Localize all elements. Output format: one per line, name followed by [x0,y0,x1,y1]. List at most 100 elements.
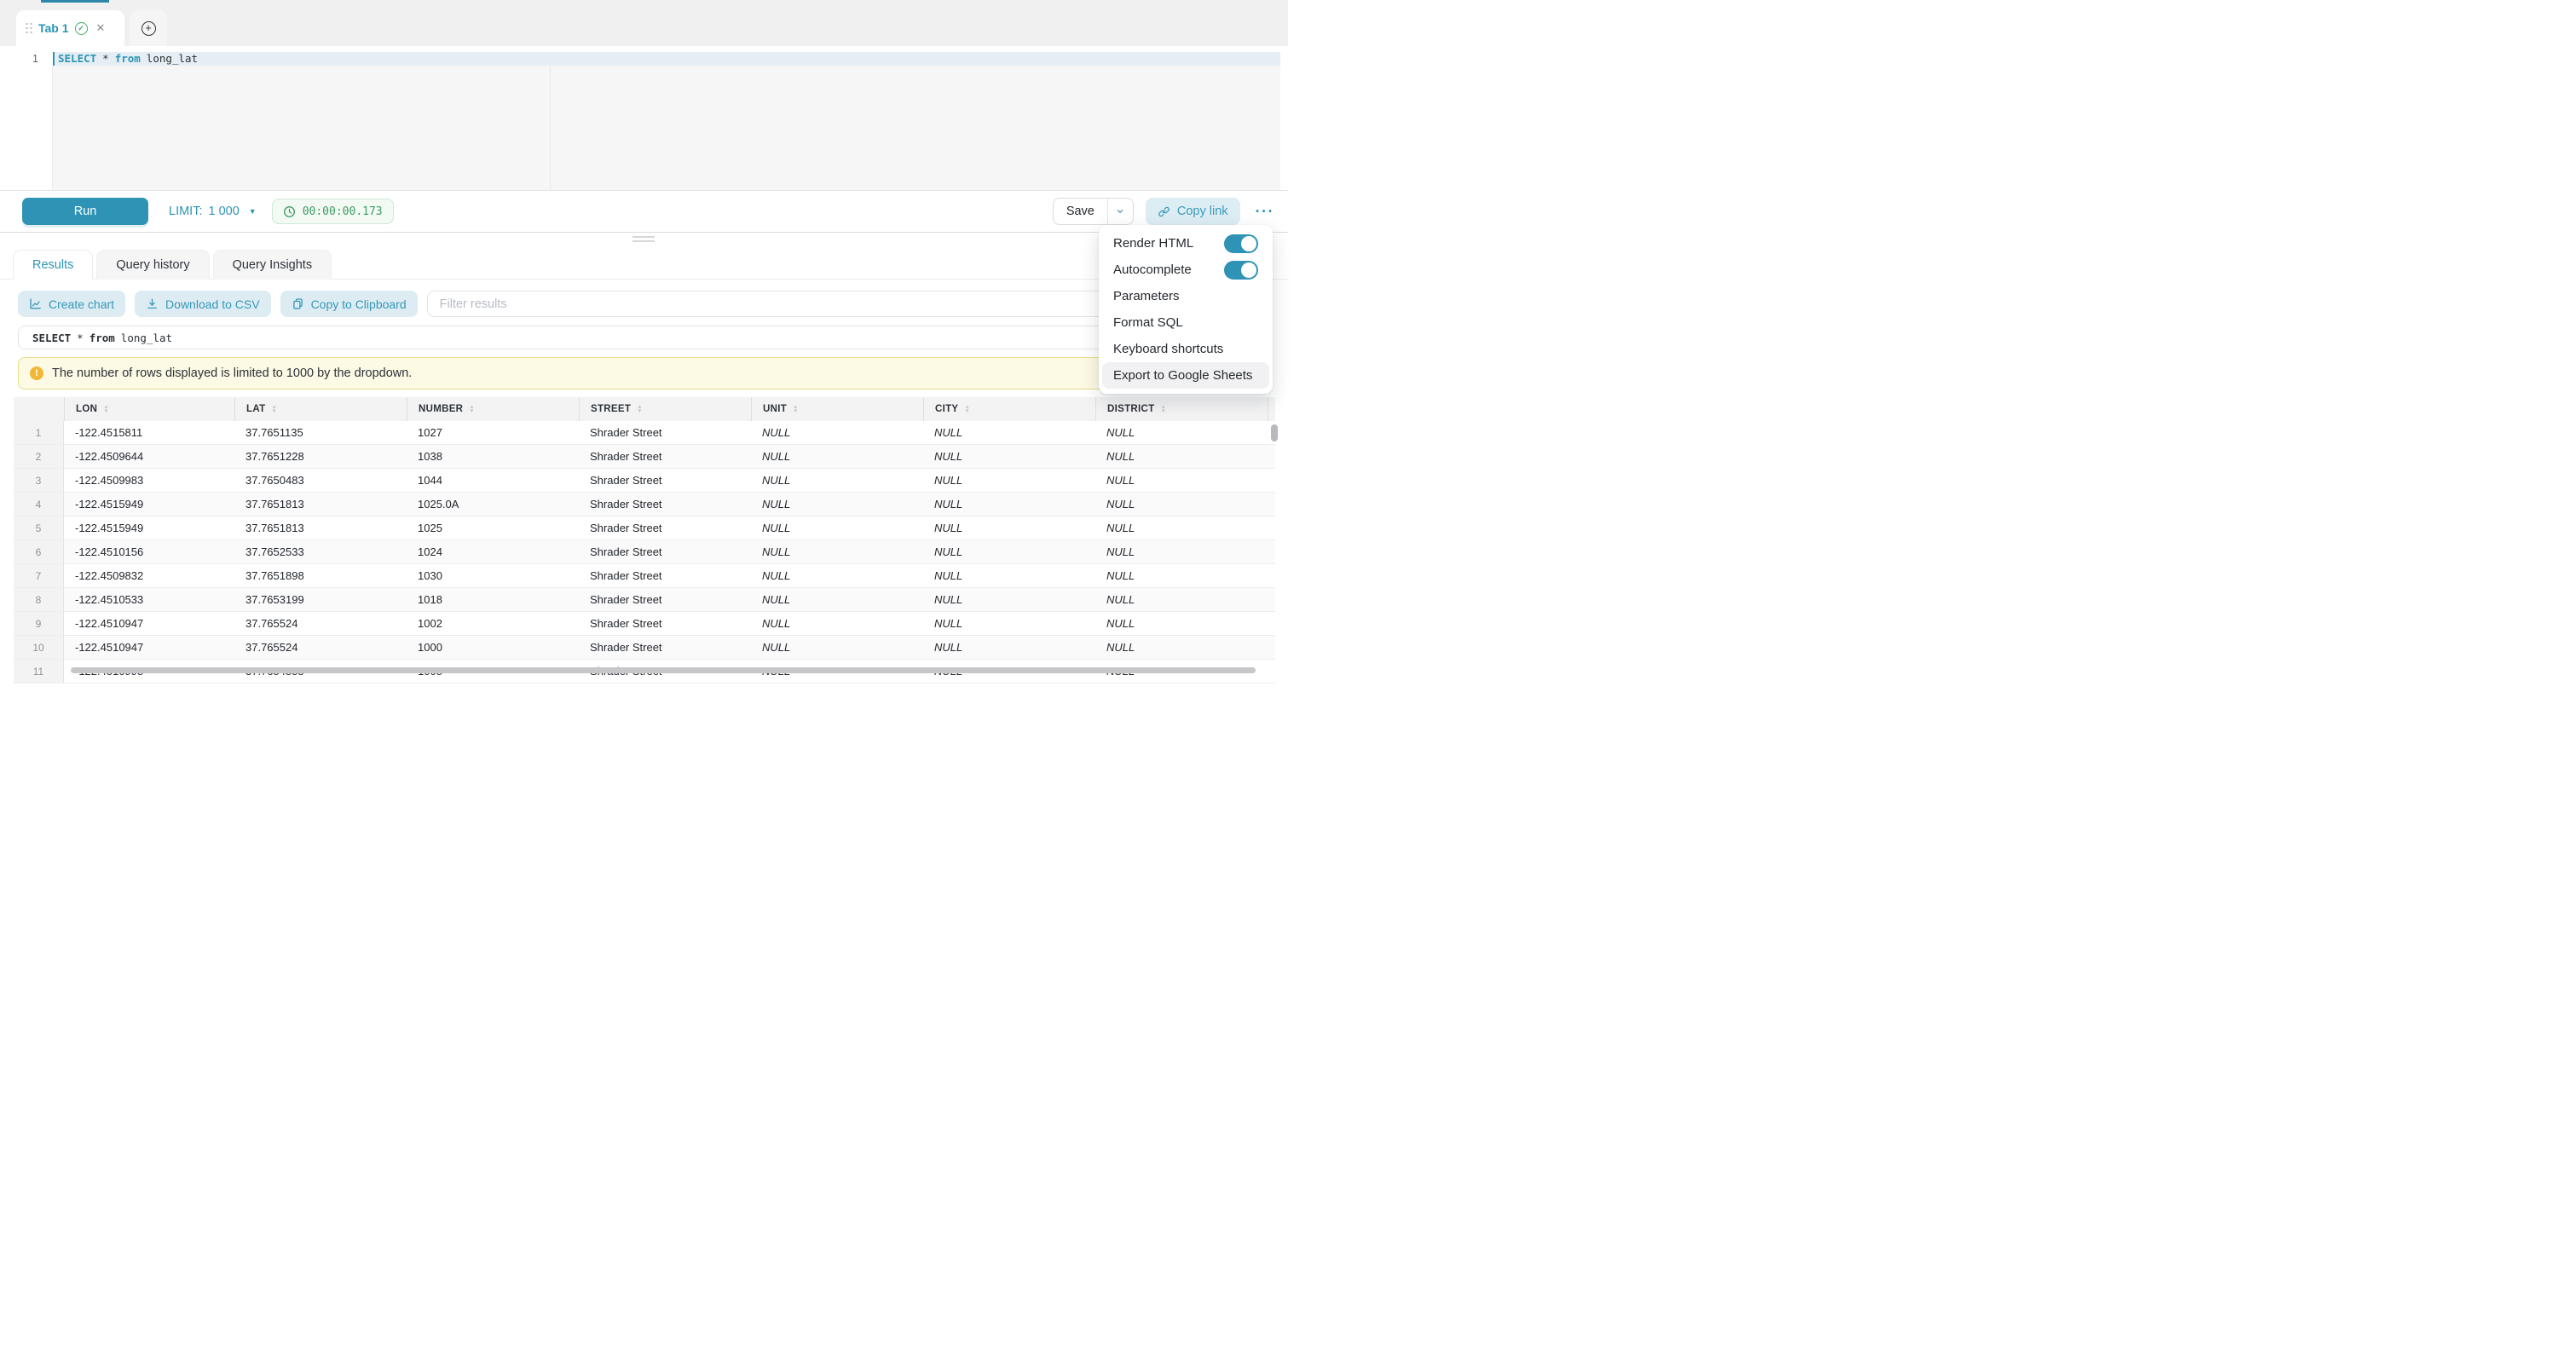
table-header-cell-re[interactable]: RE [1268,397,1275,421]
table-cell: Shrader Street [579,516,751,539]
table-row: 9-122.451094737.7655241002Shrader Street… [14,612,1275,636]
table-header-cell-street[interactable]: STREET▲▼ [579,397,751,421]
close-tab-icon[interactable]: ✕ [96,21,106,35]
table-cell: NULL [1095,516,1268,539]
table-cell: NULL [751,540,923,563]
table-row: 4-122.451594937.76518131025.0AShrader St… [14,493,1275,516]
vertical-scrollbar[interactable] [1271,424,1278,441]
save-options-button[interactable] [1107,199,1133,224]
toggle-autocomplete[interactable] [1224,261,1258,280]
warning-icon: ! [30,366,43,380]
toggle-render-html[interactable] [1224,234,1258,253]
row-number: 5 [14,516,64,539]
table-row: 7-122.450983237.76518981030Shrader Stree… [14,564,1275,588]
column-label: UNIT [763,404,787,414]
table-header-cell-lat[interactable]: LAT▲▼ [234,397,407,421]
table-cell: 37.7651898 [234,564,407,587]
sort-icon[interactable]: ▲▼ [469,405,475,413]
table-cell: 37.7651228 [234,445,407,468]
more-options-button[interactable]: ··· [1256,203,1274,221]
row-number: 8 [14,588,64,611]
table-header-cell-number[interactable]: NUMBER▲▼ [407,397,579,421]
table-header: LON▲▼LAT▲▼NUMBER▲▼STREET▲▼UNIT▲▼CITY▲▼DI… [14,397,1275,421]
sort-icon[interactable]: ▲▼ [964,405,970,413]
horizontal-scrollbar[interactable] [71,667,1256,673]
options-menu: Render HTMLAutocompleteParameters Format … [1099,225,1273,394]
table-cell: 37.7650483 [234,469,407,492]
row-number: 9 [14,612,64,635]
sql-keyword-select: SELECT [58,52,96,65]
menu-item-label: Format SQL [1113,315,1183,330]
limit-value: 1 000 [208,205,239,218]
create-chart-button[interactable]: Create chart [18,291,125,317]
menu-item-parameters[interactable]: Parameters [1102,283,1269,309]
table-header-cell-city[interactable]: CITY ▲▼ [923,397,1095,421]
download-csv-button[interactable]: Download to CSV [135,291,271,317]
sort-icon[interactable]: ▲▼ [271,405,277,413]
tab-label: Tab 1 [38,21,69,35]
result-tabs: ResultsQuery historyQuery Insights [0,250,1288,280]
copy-link-label: Copy link [1177,205,1228,218]
sort-icon[interactable]: ▲▼ [637,405,643,413]
download-csv-label: Download to CSV [165,297,260,311]
tab-query-insights[interactable]: Query Insights [213,250,332,280]
table-cell: 1025 [407,516,579,539]
column-label: CITY [935,404,958,414]
sort-icon[interactable]: ▲▼ [103,405,109,413]
table-cell: Shrader Street [579,588,751,611]
new-tab-button[interactable]: + [130,10,167,46]
table-cell [1268,660,1275,683]
sql-star: * [102,52,109,65]
table-cell: 1044 [407,469,579,492]
table-header-cell-lon[interactable]: LON▲▼ [64,397,234,421]
table-row: 6-122.451015637.76525331024Shrader Stree… [14,540,1275,564]
copy-link-button[interactable]: Copy link [1146,198,1240,225]
table-cell: 1038 [407,445,579,468]
table-cell: NULL [751,445,923,468]
sql-keyword-from: from [115,52,141,65]
sort-icon[interactable]: ▲▼ [793,405,799,413]
table-cell: Shrader Street [579,636,751,659]
tab-query-history[interactable]: Query history [96,250,209,280]
sql-editor[interactable]: 1 SELECT*fromlong_lat [0,46,1280,190]
table-cell: Shrader Street [579,421,751,444]
table-cell: -122.4510947 [64,636,234,659]
table-cell: 1030 [407,564,579,587]
link-icon [1158,205,1170,218]
table-cell: NULL [1095,588,1268,611]
editor-active-line[interactable]: SELECT*fromlong_lat [53,52,1280,66]
row-number: 1 [14,421,64,444]
accent-bar [41,0,109,3]
copy-clipboard-button[interactable]: Copy to Clipboard [280,291,418,317]
menu-item-keyboard-shortcuts[interactable]: Keyboard shortcuts [1102,336,1269,362]
editor-empty-area[interactable] [53,66,1280,190]
limit-dropdown[interactable]: LIMIT: 1 000 ▼ [169,205,257,218]
table-cell: 37.7651135 [234,421,407,444]
table-cell: 1024 [407,540,579,563]
sql-table-name: long_lat [121,332,172,344]
save-button[interactable]: Save [1054,199,1107,224]
editor-line-1[interactable]: 1 SELECT*fromlong_lat [0,52,1280,66]
menu-item-render-html[interactable]: Render HTML [1102,230,1269,257]
table-cell [1268,612,1275,635]
splitter-drag-handle[interactable] [632,236,655,245]
tab-results[interactable]: Results [13,250,93,280]
table-cell: -122.4515811 [64,421,234,444]
table-cell: Shrader Street [579,445,751,468]
row-limit-warning: ! The number of rows displayed is limite… [18,357,1270,389]
table-cell [1268,636,1275,659]
row-number: 11 [14,660,64,683]
editor-gutter [0,66,53,190]
table-header-cell-district[interactable]: DISTRICT▲▼ [1095,397,1268,421]
table-row: 2-122.450964437.76512281038Shrader Stree… [14,445,1275,469]
menu-item-autocomplete[interactable]: Autocomplete [1102,257,1269,283]
editor-tab-1[interactable]: Tab 1 ✓ ✕ [16,10,124,46]
table-cell: NULL [923,612,1095,635]
menu-item-export-to-google-sheets[interactable]: Export to Google Sheets [1102,362,1269,389]
run-button[interactable]: Run [22,198,148,225]
menu-item-format-sql[interactable]: Format SQL [1102,309,1269,336]
table-header-cell-unit[interactable]: UNIT ▲▼ [751,397,923,421]
sort-icon[interactable]: ▲▼ [1160,405,1166,413]
row-number: 3 [14,469,64,492]
table-cell: NULL [1095,421,1268,444]
